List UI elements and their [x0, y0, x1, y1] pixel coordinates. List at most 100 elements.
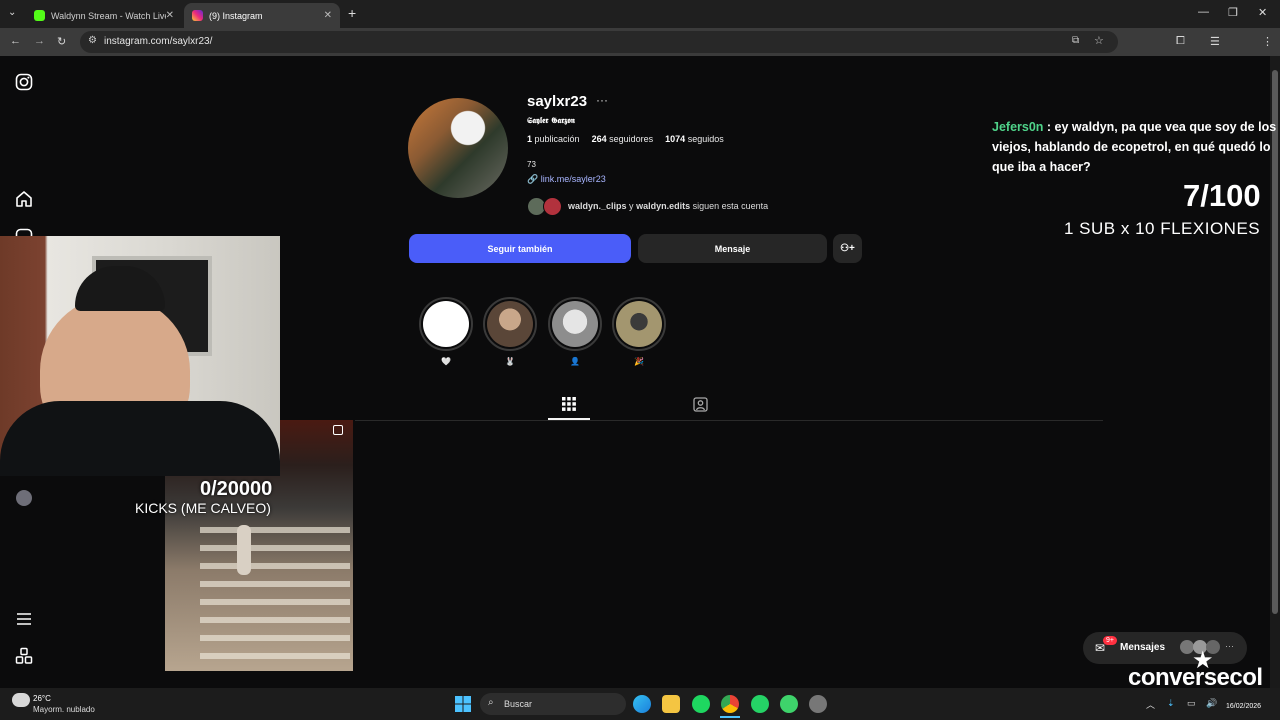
spotify-icon[interactable] — [692, 695, 710, 713]
chrome-icon[interactable] — [721, 695, 739, 713]
maximize-button[interactable]: ❐ — [1228, 6, 1238, 19]
search-icon: ⌕ — [488, 697, 494, 708]
followers-stat[interactable]: 264 seguidores — [592, 134, 654, 144]
highlight-cover — [552, 301, 598, 347]
profile-tabs-divider — [355, 420, 1103, 421]
reading-list-icon[interactable]: ☰ — [1210, 35, 1220, 48]
app-green-icon[interactable] — [780, 695, 798, 713]
bookmark-star-icon[interactable]: ☆ — [1094, 34, 1104, 47]
weather-temp[interactable]: 26°C — [33, 694, 51, 703]
kicks-label: KICKS (ME CALVEO) — [135, 500, 271, 516]
crosswalk-stripes — [200, 515, 350, 671]
multi-post-icon — [333, 425, 343, 435]
instagram-logo-icon[interactable] — [15, 73, 33, 91]
follow-back-button[interactable]: Seguir también — [409, 234, 631, 263]
profile-nav-avatar[interactable] — [16, 490, 32, 506]
close-icon[interactable]: ✕ — [324, 10, 332, 21]
link-icon: 🔗 — [527, 174, 539, 184]
windows-start-icon[interactable] — [455, 696, 471, 712]
followers-label: seguidores — [609, 134, 654, 144]
tab-title: Waldynn Stream - Watch Live o — [51, 10, 166, 21]
followed-by-suffix: siguen esta cuenta — [692, 201, 769, 211]
kick-favicon-icon — [34, 10, 45, 21]
instagram-favicon-icon — [192, 10, 203, 21]
profile-bio: 73 — [527, 160, 536, 169]
following-stat[interactable]: 1074 seguidos — [665, 134, 724, 144]
webcam-shirt — [0, 401, 280, 476]
highlight-label: 🎉 — [634, 357, 644, 366]
site-info-icon[interactable]: ⚙ — [88, 35, 97, 46]
whatsapp-icon[interactable] — [751, 695, 769, 713]
posts-count: 1 — [527, 134, 533, 144]
forward-icon[interactable]: → — [34, 35, 45, 47]
new-tab-button[interactable]: + — [348, 5, 356, 21]
messages-label: Mensajes — [1120, 642, 1166, 653]
chrome-menu-icon[interactable]: ⋮ — [1262, 35, 1273, 48]
close-window-button[interactable]: ✕ — [1258, 6, 1267, 19]
install-app-icon[interactable]: ⧉ — [1072, 35, 1079, 46]
weather-desc[interactable]: Mayorm. nublado — [33, 705, 95, 714]
chat-message: Jefers0n : ey waldyn, pa que vea que soy… — [992, 117, 1280, 177]
tab-kick-stream[interactable]: Waldynn Stream - Watch Live o ✕ — [26, 3, 182, 28]
home-icon[interactable] — [15, 190, 33, 208]
search-placeholder: Buscar — [504, 699, 533, 709]
weather-cloud-icon[interactable] — [12, 693, 30, 707]
message-button[interactable]: Mensaje — [638, 234, 827, 263]
chat-username: Jefers0n — [992, 120, 1044, 134]
tray-chevron-icon[interactable]: ︿ — [1146, 698, 1155, 711]
tab-title: (9) Instagram — [209, 10, 263, 21]
following-label: seguidos — [687, 134, 724, 144]
webcam-overlay — [0, 236, 280, 476]
highlight-label: 🐰 — [505, 357, 515, 366]
tab-search-icon[interactable]: ⌄ — [8, 7, 16, 18]
highlight-label: 🤍 — [441, 357, 451, 366]
followed-by[interactable]: waldyn._clips y waldyn.edits siguen esta… — [527, 196, 768, 216]
file-explorer-icon[interactable] — [662, 695, 680, 713]
browser-toolbar: ← → ↻ ⚙ instagram.com/saylxr23/ ⧉ ☆ ⧠ ☰ … — [0, 28, 1280, 76]
extensions-puzzle-icon[interactable]: ⧠ — [1176, 35, 1185, 48]
highlight-cover — [487, 301, 533, 347]
highlight-cover — [616, 301, 662, 347]
tray-volume-icon[interactable]: 🔊 — [1206, 698, 1217, 709]
followed-by-and: y — [629, 201, 634, 211]
taskbar-search[interactable]: ⌕ Buscar — [480, 693, 626, 715]
posts-stat[interactable]: 1 publicación — [527, 134, 580, 144]
apps-icon[interactable] — [15, 647, 33, 665]
more-options-icon[interactable]: ··· — [596, 93, 608, 107]
tagged-posts-icon[interactable] — [693, 397, 708, 412]
sub-goal-counter: 7/100 — [1183, 178, 1261, 213]
profile-full-name: 𝕾𝖆𝖞𝖑𝖊𝖗 𝕲𝖆𝖗𝖟𝖔𝖓 — [527, 115, 575, 125]
person-figure — [237, 525, 251, 575]
tray-network-icon[interactable]: ▭ — [1187, 698, 1196, 709]
menu-icon[interactable] — [15, 610, 33, 628]
messages-badge: 9+ — [1103, 636, 1117, 645]
active-tab-indicator — [548, 418, 590, 420]
tab-instagram[interactable]: (9) Instagram ✕ — [184, 3, 340, 28]
profile-stats: 1 publicación 264 seguidores 1074 seguid… — [527, 134, 724, 144]
minimize-button[interactable]: — — [1198, 6, 1209, 18]
highlight-3[interactable] — [548, 297, 602, 351]
grid-posts-icon[interactable] — [562, 397, 576, 411]
back-icon[interactable]: ← — [10, 35, 21, 47]
taskbar-date[interactable]: 16/02/2026 — [1226, 703, 1261, 710]
tab-strip: ⌄ Waldynn Stream - Watch Live o ✕ (9) In… — [0, 0, 1280, 28]
more-icon: ··· — [1225, 641, 1234, 651]
add-person-icon: ⚇+ — [840, 243, 855, 254]
reload-icon[interactable]: ↻ — [57, 35, 66, 48]
highlight-2[interactable] — [483, 297, 537, 351]
active-app-indicator — [720, 716, 740, 718]
app-gray-icon[interactable] — [809, 695, 827, 713]
profile-link-text: link.me/sayler23 — [540, 174, 606, 184]
suggest-accounts-button[interactable]: ⚇+ — [833, 234, 862, 263]
profile-avatar-large[interactable] — [408, 98, 508, 198]
follower-name: waldyn.edits — [636, 201, 691, 211]
address-bar[interactable]: ⚙ instagram.com/saylxr23/ ⧉ ☆ — [80, 31, 1118, 53]
highlight-1[interactable] — [419, 297, 473, 351]
profile-link[interactable]: 🔗 link.me/sayler23 — [527, 174, 606, 185]
edge-icon[interactable] — [633, 695, 651, 713]
tray-download-icon[interactable]: ⇣ — [1167, 698, 1175, 709]
close-icon[interactable]: ✕ — [166, 10, 174, 21]
highlight-4[interactable] — [612, 297, 666, 351]
messages-pill[interactable]: ✉ 9+ Mensajes ··· — [1083, 632, 1247, 664]
followers-count: 264 — [591, 134, 607, 144]
